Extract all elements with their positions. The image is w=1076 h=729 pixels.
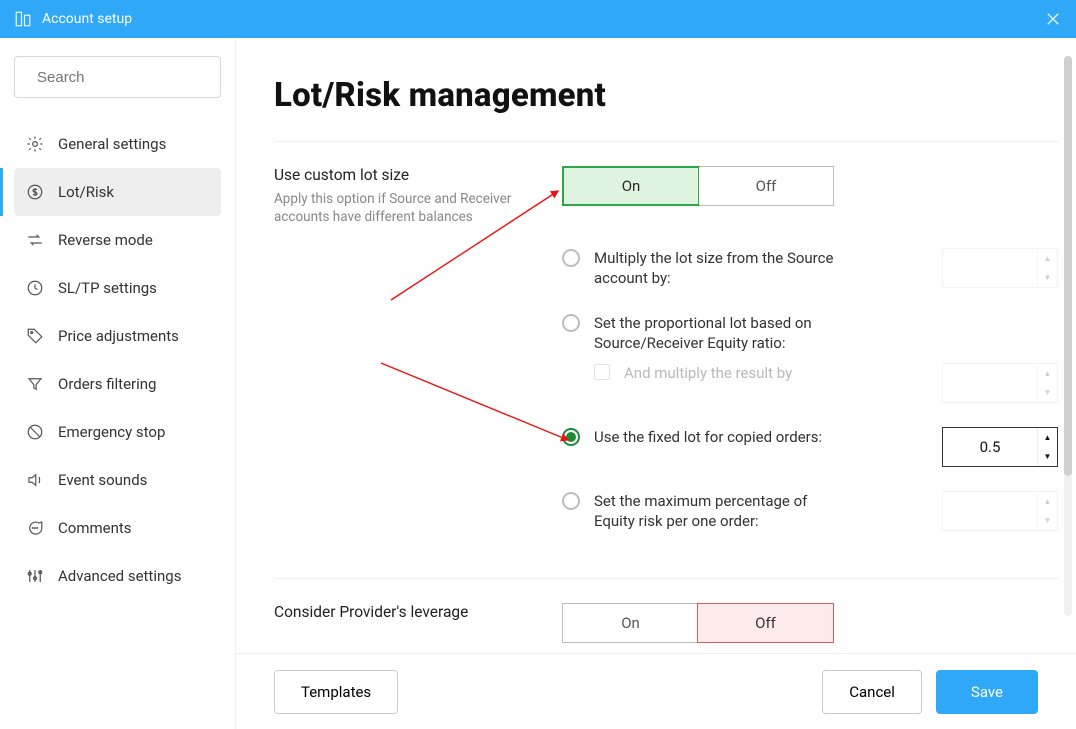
page-title: Lot/Risk management: [274, 76, 1058, 115]
sidebar-item-orders-filtering[interactable]: Orders filtering: [14, 360, 221, 408]
ban-icon: [26, 423, 44, 441]
sidebar-item-general-settings[interactable]: General settings: [14, 120, 221, 168]
toggle-on[interactable]: On: [563, 604, 698, 642]
stepper-down-icon[interactable]: ▼: [1038, 268, 1057, 287]
checkbox-multiply-result[interactable]: [594, 364, 610, 380]
sidebar-item-price-adjustments[interactable]: Price adjustments: [14, 312, 221, 360]
leverage-label: Consider Provider's leverage: [274, 603, 562, 621]
sidebar-item-reverse-mode[interactable]: Reverse mode: [14, 216, 221, 264]
fixed-lot-value: 0.5: [943, 428, 1037, 466]
sidebar-item-label: General settings: [58, 135, 166, 153]
search-input[interactable]: [37, 69, 236, 86]
sidebar-item-event-sounds[interactable]: Event sounds: [14, 456, 221, 504]
divider: [274, 141, 1058, 142]
toggle-on[interactable]: On: [562, 166, 700, 206]
sidebar-item-label: Price adjustments: [58, 327, 179, 345]
scrollbar[interactable]: [1064, 56, 1072, 616]
search-input-wrap[interactable]: [14, 56, 221, 98]
sidebar-item-label: Lot/Risk: [58, 183, 114, 201]
stepper-down-icon[interactable]: ▼: [1038, 383, 1057, 402]
radio-max-equity-label: Set the maximum percentage of Equity ris…: [594, 491, 844, 532]
scrollbar-thumb[interactable]: [1064, 56, 1072, 476]
sidebar-item-sl-tp[interactable]: SL/TP settings: [14, 264, 221, 312]
sidebar-item-advanced-settings[interactable]: Advanced settings: [14, 552, 221, 600]
comment-icon: [26, 519, 44, 537]
sound-icon: [26, 471, 44, 489]
sidebar-item-lot-risk[interactable]: Lot/Risk: [14, 168, 221, 216]
app-icon: [14, 10, 32, 28]
clock-icon: [26, 279, 44, 297]
filter-icon: [26, 375, 44, 393]
stepper-up-icon[interactable]: ▲: [1038, 249, 1057, 268]
radio-proportional[interactable]: [562, 314, 580, 332]
radio-fixed-lot-label: Use the fixed lot for copied orders:: [594, 427, 844, 447]
max-equity-value-input[interactable]: ▲▼: [942, 491, 1058, 531]
sidebar-item-comments[interactable]: Comments: [14, 504, 221, 552]
fixed-lot-value-input[interactable]: 0.5 ▲▼: [942, 427, 1058, 467]
radio-fixed-lot[interactable]: [562, 428, 580, 446]
save-button[interactable]: Save: [936, 670, 1038, 714]
toggle-off[interactable]: Off: [699, 167, 833, 205]
checkbox-multiply-result-label: And multiply the result by: [624, 363, 874, 383]
sidebar-item-label: Advanced settings: [58, 567, 181, 585]
radio-multiply[interactable]: [562, 249, 580, 267]
stepper-up-icon[interactable]: ▲: [1038, 428, 1057, 447]
sidebar-item-label: Reverse mode: [58, 231, 153, 249]
cancel-button[interactable]: Cancel: [822, 670, 922, 714]
proportional-value-input[interactable]: ▲▼: [942, 363, 1058, 403]
multiply-value-input[interactable]: ▲▼: [942, 248, 1058, 288]
dollar-circle-icon: [26, 183, 44, 201]
sliders-icon: [26, 567, 44, 585]
toggle-off[interactable]: Off: [697, 603, 834, 643]
radio-max-equity[interactable]: [562, 492, 580, 510]
close-icon[interactable]: [1044, 10, 1062, 28]
sidebar-item-label: Emergency stop: [58, 423, 165, 441]
sidebar-item-label: Event sounds: [58, 471, 147, 489]
tag-icon: [26, 327, 44, 345]
stepper-down-icon[interactable]: ▼: [1038, 447, 1057, 466]
stepper-up-icon[interactable]: ▲: [1038, 364, 1057, 383]
window-title: Account setup: [42, 11, 132, 27]
stepper-down-icon[interactable]: ▼: [1038, 511, 1057, 530]
radio-multiply-label: Multiply the lot size from the Source ac…: [594, 248, 844, 289]
custom-lot-sublabel: Apply this option if Source and Receiver…: [274, 190, 514, 226]
sidebar-item-emergency-stop[interactable]: Emergency stop: [14, 408, 221, 456]
divider: [274, 578, 1058, 579]
templates-button[interactable]: Templates: [274, 670, 398, 714]
radio-proportional-label: Set the proportional lot based on Source…: [594, 313, 844, 354]
sidebar-item-label: Orders filtering: [58, 375, 156, 393]
leverage-toggle[interactable]: On Off: [562, 603, 834, 643]
custom-lot-label: Use custom lot size: [274, 166, 562, 184]
stepper-up-icon[interactable]: ▲: [1038, 492, 1057, 511]
gear-icon: [26, 135, 44, 153]
reverse-icon: [26, 231, 44, 249]
custom-lot-toggle[interactable]: On Off: [562, 166, 834, 206]
sidebar-item-label: SL/TP settings: [58, 279, 157, 297]
sidebar-item-label: Comments: [58, 519, 132, 537]
